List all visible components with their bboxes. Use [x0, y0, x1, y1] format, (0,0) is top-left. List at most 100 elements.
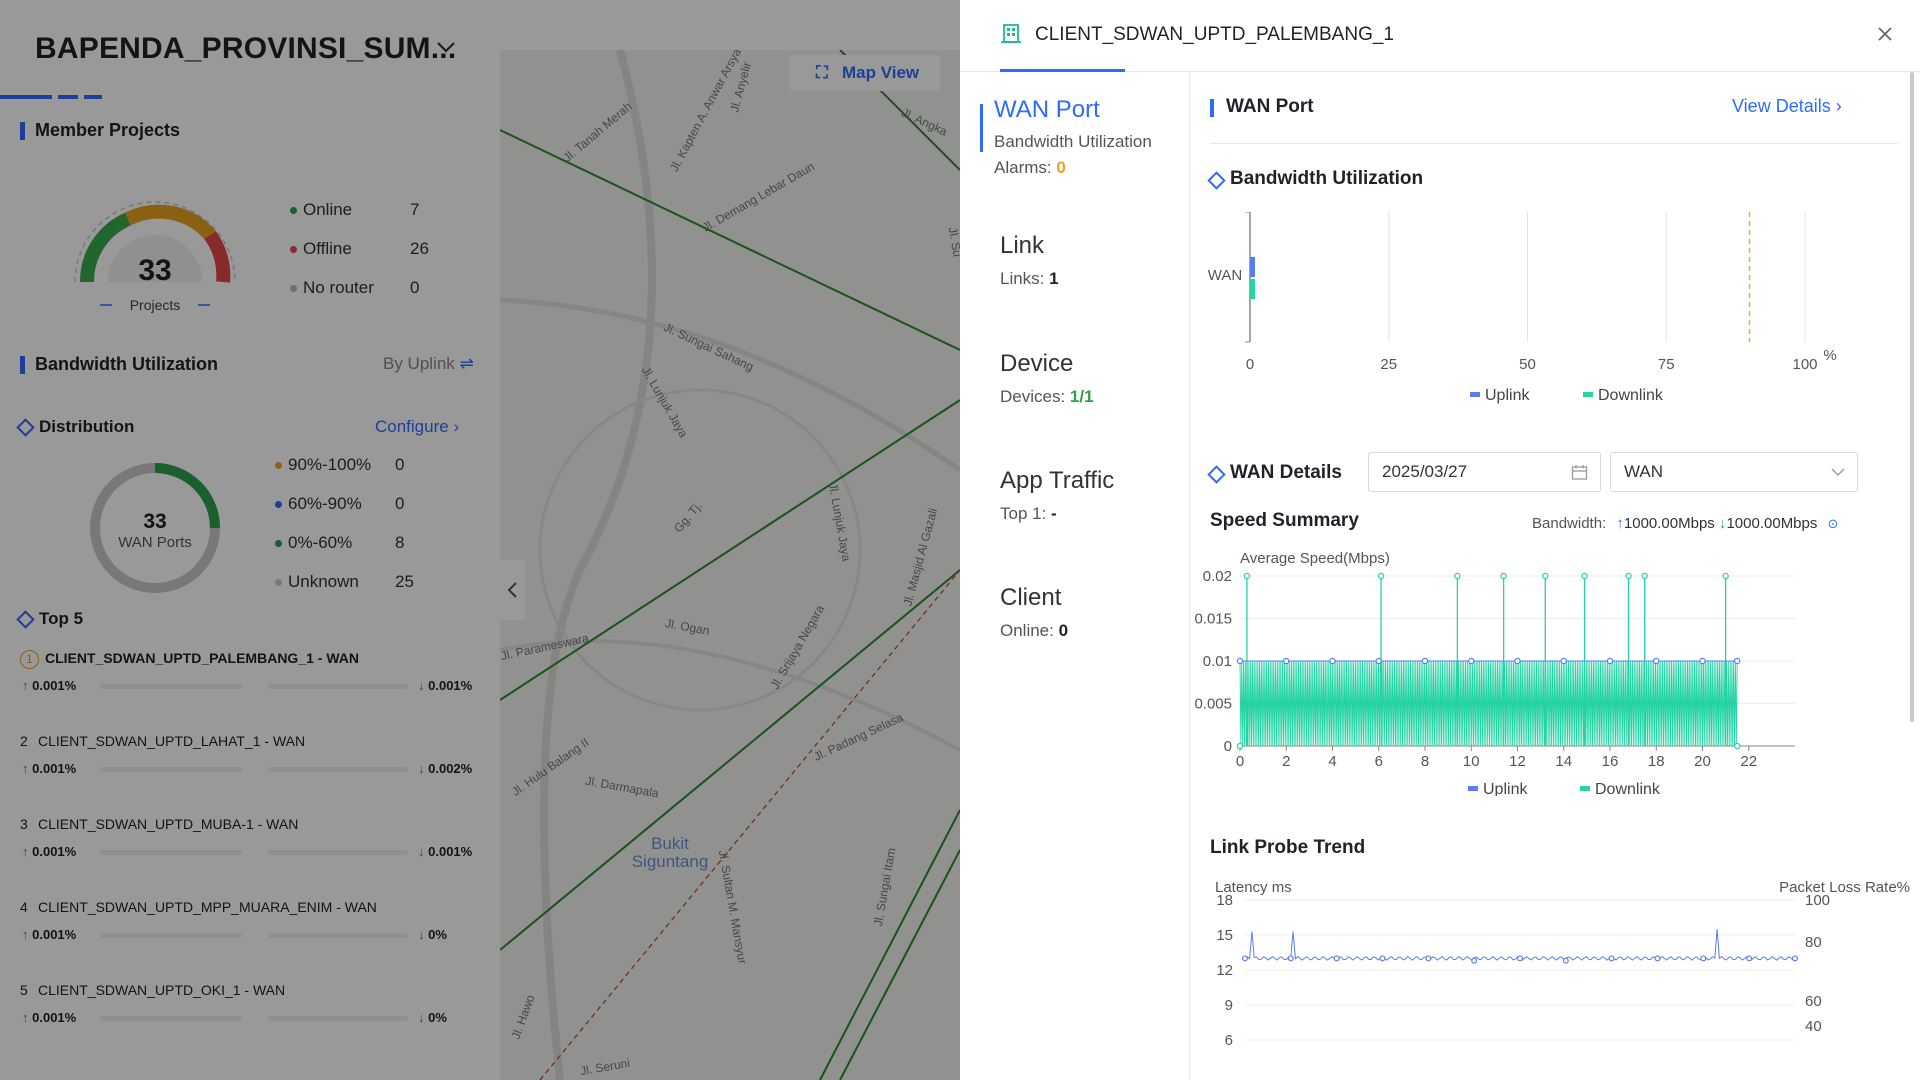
link-probe-title: Link Probe Trend [1210, 837, 1366, 858]
link-probe-chart: Latency ms Packet Loss Rate%1815129610080… [1215, 879, 1910, 1049]
latency-point [1241, 955, 1248, 962]
calendar-icon [1571, 465, 1588, 480]
uplink-point [1421, 657, 1429, 665]
info-icon[interactable]: ⊙ [1828, 516, 1839, 531]
downlink-point [1641, 572, 1648, 580]
chevron-right-icon: › [1835, 96, 1842, 116]
wan-select[interactable]: WAN [1610, 452, 1858, 492]
downlink-point [1733, 742, 1741, 750]
uplink-point [1468, 657, 1475, 665]
x-tick-label: 8 [1421, 753, 1429, 770]
uplink-point [1514, 657, 1521, 665]
nav-subtext: Links: 1 [1000, 269, 1059, 289]
x-tick-label: 10 [1463, 753, 1480, 770]
x-tick-label: 0 [1236, 753, 1244, 770]
nav-subtext: Alarms: 0 [994, 158, 1066, 178]
top1-label: Top 1: [1000, 504, 1052, 523]
y-tick-label: 0.015 [1194, 611, 1232, 628]
y-tick-label: 12 [1216, 962, 1233, 979]
y-tick-label: 0.02 [1203, 568, 1232, 585]
downlink-point [1625, 572, 1632, 580]
speed-summary-title: Speed Summary [1210, 510, 1359, 531]
uplink-point [1560, 657, 1567, 665]
devices-value: 1/1 [1069, 387, 1094, 406]
bandwidth-utilization-title: Bandwidth Utilization [1208, 168, 1423, 190]
legend-swatch [1470, 392, 1480, 397]
x-tick-label: 2 [1282, 753, 1290, 770]
alarms-value: 0 [1056, 158, 1066, 177]
online-label: Online: [1000, 621, 1059, 640]
uplink-point [1236, 657, 1244, 665]
latency-point [1425, 955, 1432, 962]
uplink-point [1283, 657, 1290, 665]
latency-point [1379, 955, 1386, 962]
scrollbar-thumb[interactable] [1910, 72, 1914, 722]
nav-subtext: Online: 0 [1000, 621, 1068, 641]
nav-subtext: Top 1: - [1000, 504, 1057, 524]
bandwidth-label: Bandwidth: [1532, 515, 1607, 532]
uplink-point [1699, 657, 1706, 665]
wan-port-section-title: WAN Port [1210, 96, 1314, 118]
x-tick-label: 12 [1509, 753, 1526, 770]
x-tick-label: 22 [1740, 753, 1757, 770]
nav-subtext: Devices: 1/1 [1000, 387, 1094, 407]
downlink-line [1239, 660, 1738, 747]
x-tick-label: 16 [1602, 753, 1619, 770]
view-details-label: View Details [1732, 96, 1831, 116]
latency-point [1333, 955, 1340, 962]
x-tick-label: 18 [1648, 753, 1665, 770]
y-tick-label: 0 [1224, 738, 1232, 755]
downlink-point [1581, 572, 1588, 580]
nav-subtext: Bandwidth Utilization [994, 132, 1152, 151]
date-value: 2025/03/27 [1382, 462, 1468, 481]
bandwidth-up: 1000.00Mbps [1623, 515, 1715, 532]
building-icon [1001, 24, 1021, 43]
arrow-up-icon: ↑ [1616, 515, 1624, 532]
latency-point [1517, 955, 1524, 962]
y-tick-label: 9 [1225, 997, 1233, 1014]
nav-title: Client [1000, 584, 1062, 611]
uplink-point [1606, 657, 1614, 665]
latency-point [1746, 955, 1753, 962]
legend-label: Downlink [1598, 387, 1664, 404]
links-label: Links: [1000, 269, 1050, 288]
x-tick-label: 75 [1658, 356, 1675, 373]
latency-point [1608, 955, 1615, 962]
y-tick-label: 0.01 [1203, 653, 1232, 670]
nav-title: Device [1000, 350, 1074, 377]
speed-summary-chart: Average Speed(Mbps) 0 0.005 0.01 0.015 0.02 0 2… [1194, 550, 1795, 796]
latency-point [1700, 955, 1707, 962]
uplink-point [1329, 657, 1336, 665]
y-axis-label: Average Speed(Mbps) [1240, 550, 1390, 567]
uplink-point [1653, 657, 1660, 665]
category-label: WAN [1208, 267, 1242, 284]
nav-title: WAN Port [994, 96, 1100, 123]
legend-label: Uplink [1483, 781, 1528, 796]
y-tick-label: 15 [1216, 927, 1233, 944]
links-value: 1 [1049, 269, 1059, 288]
nav-title: App Traffic [1000, 467, 1115, 494]
drawer-title: CLIENT_SDWAN_UPTD_PALEMBANG_1 [1035, 24, 1394, 45]
y-tick-label: 0.005 [1194, 696, 1232, 713]
downlink-point [1236, 742, 1244, 750]
legend-label: Uplink [1485, 387, 1530, 404]
bandwidth-down: 1000.00Mbps [1726, 515, 1818, 532]
x-tick-label: 0 [1246, 356, 1254, 373]
legend-swatch [1583, 392, 1593, 397]
downlink-point [1377, 572, 1385, 580]
wan-details-title: WAN Details [1208, 462, 1342, 484]
x-tick-label: 14 [1555, 753, 1572, 770]
x-tick-label: 25 [1380, 356, 1397, 373]
date-picker[interactable]: 2025/03/27 [1368, 452, 1601, 492]
close-icon[interactable] [1875, 24, 1895, 44]
modal-overlay[interactable] [0, 0, 960, 1080]
downlink-point [1454, 572, 1461, 580]
downlink-point [1243, 572, 1251, 580]
y2-tick-label: 100 [1805, 892, 1830, 909]
y-tick-label: 6 [1225, 1032, 1233, 1049]
view-details-link[interactable]: View Details › [1732, 96, 1842, 117]
x-tick-label: 100 [1792, 356, 1817, 373]
drawer-header: CLIENT_SDWAN_UPTD_PALEMBANG_1 [960, 0, 1920, 72]
downlink-point [1500, 572, 1507, 580]
bandwidth-capacity: Bandwidth: ↑1000.00Mbps ↓1000.00Mbps ⊙ [1532, 515, 1838, 532]
